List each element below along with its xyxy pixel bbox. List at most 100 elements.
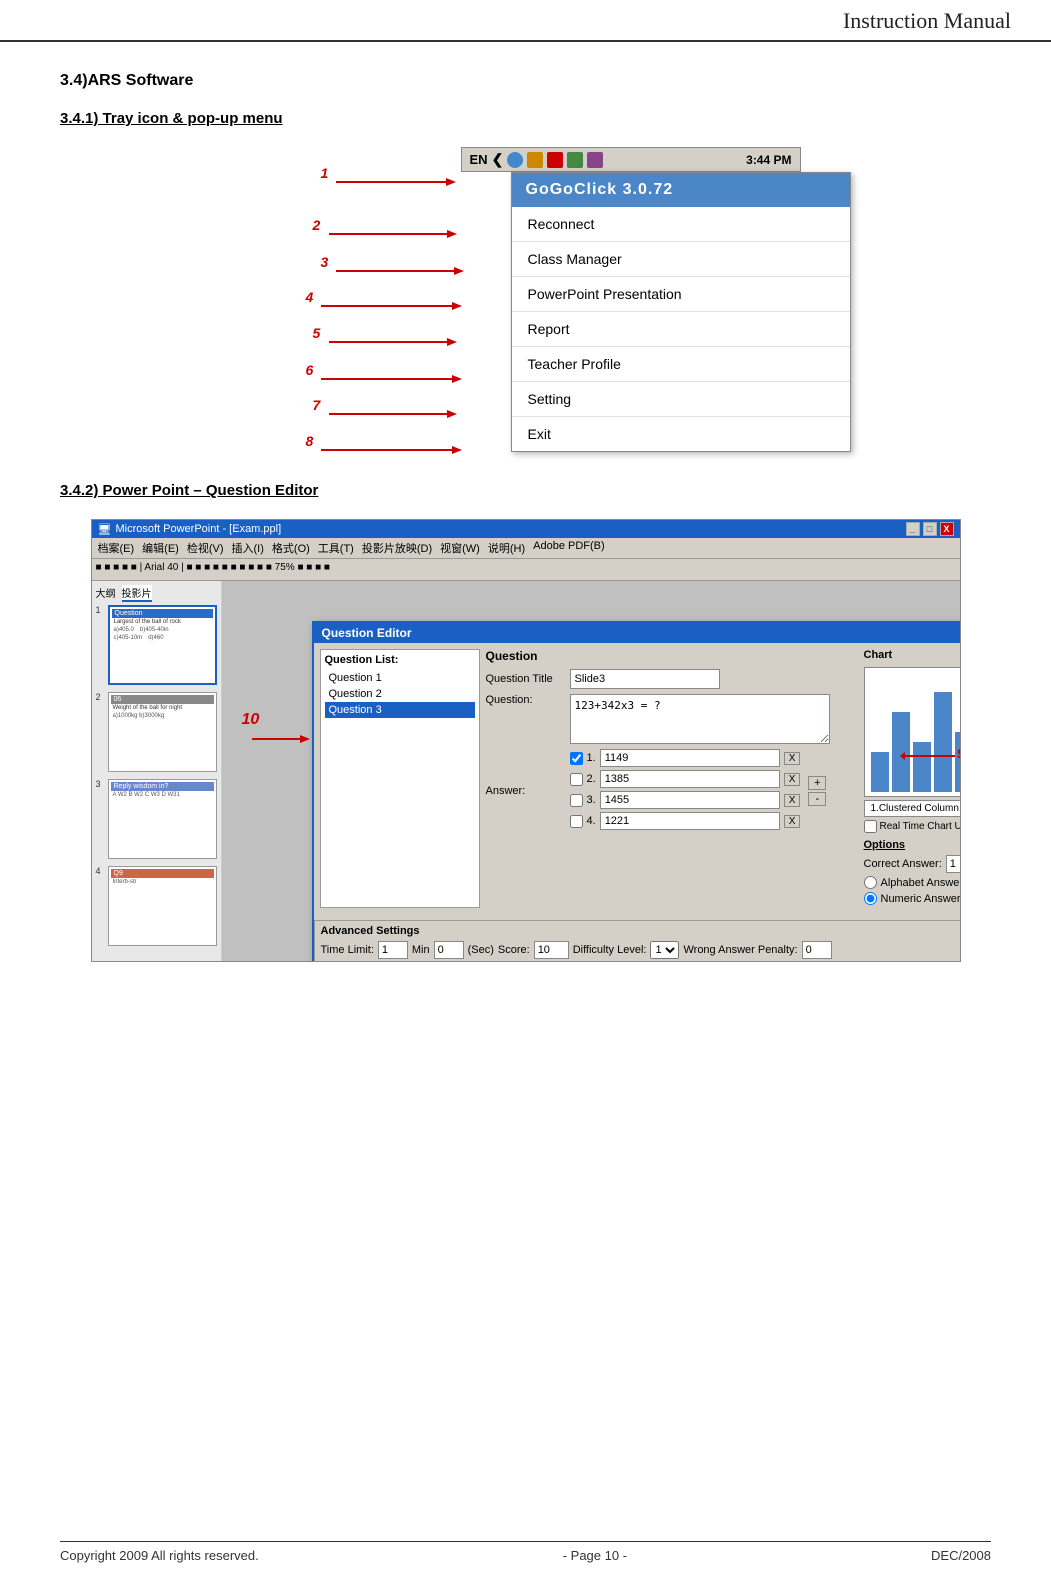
pp-view-tabs: 大纲 投影片 [96, 585, 217, 602]
tray-popup-menu: GoGoClick 3.0.72 Reconnect Class Manager… [511, 172, 851, 452]
pp-toolbar-content: ■ ■ ■ ■ ■ | Arial 40 | ■ ■ ■ ■ ■ ■ ■ ■ ■… [96, 562, 330, 573]
qe-timelimit-sec-input[interactable] [434, 941, 464, 959]
qe-ans3-delete-btn[interactable]: X [784, 794, 801, 807]
pp-window-controls: _ □ X [906, 522, 954, 536]
qe-title-input[interactable] [570, 669, 720, 689]
qe-realtime-label: Real Time Chart Update [880, 821, 961, 832]
slide-thumb-4[interactable]: Q9 Interb-str [108, 866, 217, 946]
qe-title-text: Question Editor [322, 626, 412, 640]
slide-3-container: 3 Reply wisdom in? A W2 B W2 C W3 D W31 [96, 779, 217, 863]
page-footer: Copyright 2009 All rights reserved. - Pa… [60, 1541, 991, 1563]
label-8: 8 [306, 433, 314, 449]
qe-score-input[interactable] [534, 941, 569, 959]
qe-correct-answer-input[interactable] [946, 855, 961, 873]
pp-menu-view[interactable]: 检视(V) [187, 540, 224, 556]
slide-1-num: 1 [96, 605, 106, 615]
qe-chart-type-select[interactable]: 1.Clustered Column [864, 800, 961, 817]
arrow-6 [321, 369, 464, 389]
qe-score-label: Score: [498, 944, 530, 956]
qe-list-item-1[interactable]: Question 1 [325, 670, 475, 686]
tray-icon-wifi [567, 152, 583, 168]
qe-ans2-num: 2. [587, 773, 596, 785]
qe-wrong-penalty-input[interactable] [802, 941, 832, 959]
qe-options-title: Options [864, 839, 961, 851]
qe-difficulty-select[interactable]: 1 [650, 941, 679, 959]
pp-menu-file[interactable]: 档案(E) [98, 540, 135, 556]
qe-sec-label: (Sec) [468, 944, 494, 956]
label-3: 3 [321, 254, 329, 270]
pp-menubar: 档案(E) 编辑(E) 检视(V) 插入(I) 格式(O) 工具(T) 投影片放… [92, 538, 960, 559]
qe-timelimit-min-input[interactable] [378, 941, 408, 959]
section-34-title: 3.4)ARS Software [60, 72, 991, 90]
pp-close-btn[interactable]: X [940, 522, 954, 536]
pp-menu-insert[interactable]: 插入(I) [232, 540, 264, 556]
qe-answer-3: 3. X [570, 791, 801, 809]
qe-alphabet-radio[interactable] [864, 876, 877, 889]
qe-answer-label: Answer: [486, 785, 566, 797]
tray-time: 3:44 PM [746, 153, 791, 167]
tray-icon-1 [507, 152, 523, 168]
qe-add-answer-btn[interactable]: + [808, 776, 826, 790]
qe-answer-2: 2. X [570, 770, 801, 788]
popup-title: GoGoClick 3.0.72 [512, 173, 850, 207]
pp-menu-help[interactable]: 说明(H) [488, 540, 525, 556]
tray-icon-3 [547, 152, 563, 168]
pp-menu-slideshow[interactable]: 投影片放映(D) [362, 540, 432, 556]
arrow-1 [336, 172, 456, 192]
slide-thumb-1[interactable]: Question Largest of the ball of rock a)4… [108, 605, 217, 685]
pp-title-text: Microsoft PowerPoint - [Exam.ppl] [115, 523, 281, 535]
pp-maximize-btn[interactable]: □ [923, 522, 937, 536]
qe-list-item-3[interactable]: Question 3 [325, 702, 475, 718]
pp-menu-edit[interactable]: 编辑(E) [142, 540, 179, 556]
label-2: 2 [313, 217, 321, 233]
qe-chart-panel: Chart [864, 649, 961, 908]
qe-body: Question List: Question 1 Question 2 Que… [314, 643, 961, 914]
qe-list-item-2[interactable]: Question 2 [325, 686, 475, 702]
qe-ans1-checkbox[interactable] [570, 752, 583, 765]
chart-bar-4 [934, 692, 952, 792]
qe-ans1-delete-btn[interactable]: X [784, 752, 801, 765]
popup-class-manager[interactable]: Class Manager [512, 242, 850, 277]
pp-slides-tab[interactable]: 投影片 [122, 585, 152, 602]
label-4: 4 [306, 289, 314, 305]
popup-reconnect[interactable]: Reconnect [512, 207, 850, 242]
qe-ans4-checkbox[interactable] [570, 815, 583, 828]
pp-menu-tools[interactable]: 工具(T) [318, 540, 354, 556]
slide-thumb-2[interactable]: 06 Weight of the ball for night a)1000kg… [108, 692, 217, 772]
qe-realtime-checkbox[interactable] [864, 820, 877, 833]
qe-ans2-input[interactable] [600, 770, 780, 788]
qe-ans2-delete-btn[interactable]: X [784, 773, 801, 786]
qe-ans3-input[interactable] [600, 791, 780, 809]
arrow-4 [321, 296, 464, 316]
pp-menu-format[interactable]: 格式(O) [272, 540, 310, 556]
slide-4-container: 4 Q9 Interb-str [96, 866, 217, 950]
qe-question-section-title: Question [486, 649, 858, 663]
qe-question-textarea[interactable]: 123+342x3 = ? [570, 694, 830, 744]
qe-numeric-radio[interactable] [864, 892, 877, 905]
chart-bar-1 [871, 752, 889, 792]
popup-setting[interactable]: Setting [512, 382, 850, 417]
qe-title-row: Question Title [486, 669, 858, 689]
qe-ans4-delete-btn[interactable]: X [784, 815, 801, 828]
qe-ans1-input[interactable] [600, 749, 780, 767]
pp-menu-pdf[interactable]: Adobe PDF(B) [533, 540, 605, 556]
system-tray-bar: EN ❮ 3:44 PM [461, 147, 801, 172]
popup-teacher-profile[interactable]: Teacher Profile [512, 347, 850, 382]
popup-report[interactable]: Report [512, 312, 850, 347]
pp-outline-tab[interactable]: 大纲 [96, 585, 116, 602]
pp-minimize-btn[interactable]: _ [906, 522, 920, 536]
qe-ans4-input[interactable] [600, 812, 780, 830]
label-5: 5 [313, 325, 321, 341]
qe-adv-title: Advanced Settings [321, 925, 961, 937]
qe-remove-answer-btn[interactable]: - [808, 792, 826, 806]
qe-ans2-checkbox[interactable] [570, 773, 583, 786]
popup-powerpoint[interactable]: PowerPoint Presentation [512, 277, 850, 312]
slide-2-num: 2 [96, 692, 106, 702]
pp-menu-window[interactable]: 视窗(W) [440, 540, 480, 556]
qe-titlebar: Question Editor _ □ X [314, 623, 961, 643]
label-1: 1 [321, 165, 329, 181]
main-content: 3.4)ARS Software 3.4.1) Tray icon & pop-… [0, 42, 1051, 1002]
qe-ans3-checkbox[interactable] [570, 794, 583, 807]
popup-exit[interactable]: Exit [512, 417, 850, 451]
slide-thumb-3[interactable]: Reply wisdom in? A W2 B W2 C W3 D W31 [108, 779, 217, 859]
